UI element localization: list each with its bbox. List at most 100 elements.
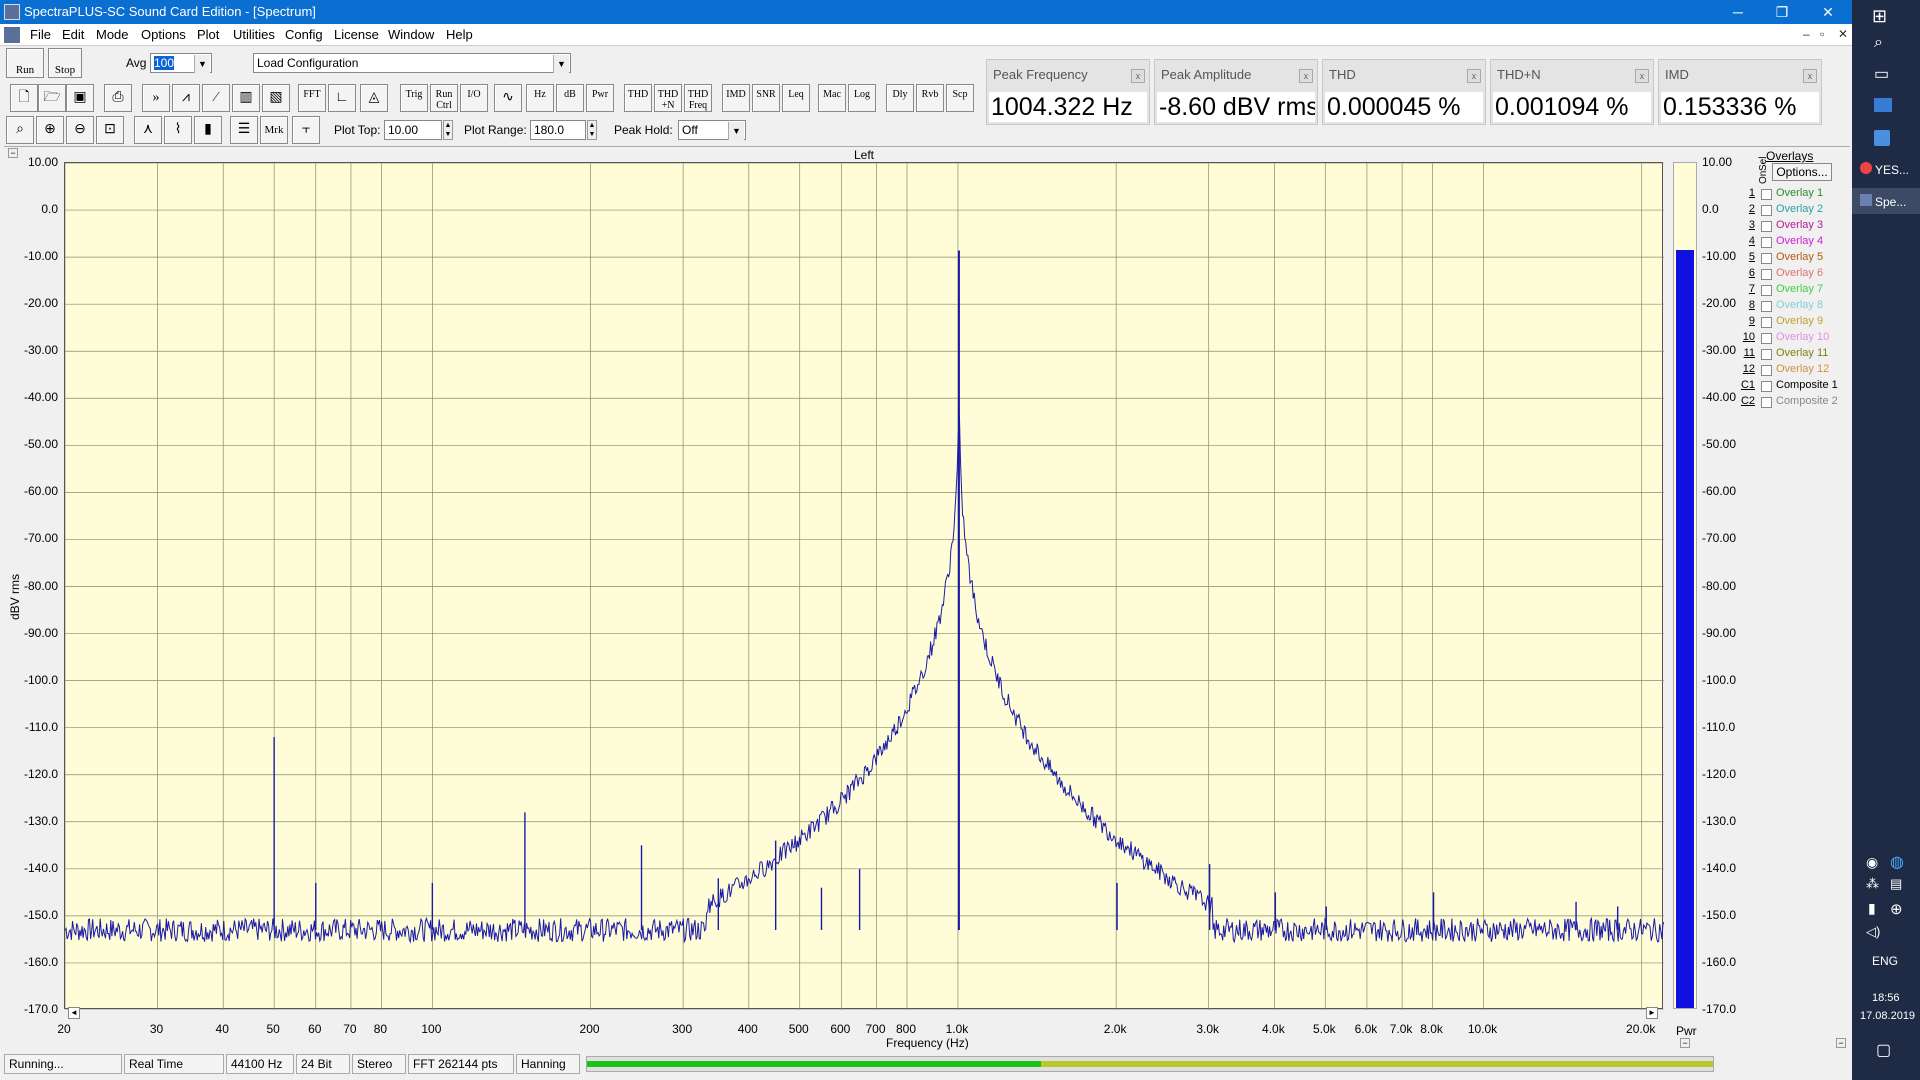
waveform-icon[interactable]: ∕ [202, 84, 230, 112]
fft-button[interactable]: FFT [298, 84, 326, 112]
avg-input[interactable]: 100 ▼ [150, 53, 212, 73]
zoom-out-x-icon[interactable]: ⊖ [66, 116, 94, 144]
plot-top-spinner[interactable]: ▲ ▼ [443, 120, 453, 140]
mdi-minimize-button[interactable]: – [1803, 27, 1810, 41]
language-indicator[interactable]: ENG [1872, 954, 1898, 968]
notifications-icon[interactable]: ▢ [1876, 1040, 1891, 1060]
tray-icon[interactable]: ◉ [1866, 854, 1878, 871]
minimize-button[interactable]: ─ [1718, 1, 1758, 23]
plot-range-spinner[interactable]: ▲ ▼ [587, 120, 597, 140]
overlay-checkbox[interactable] [1761, 189, 1772, 200]
overlay-checkbox[interactable] [1761, 349, 1772, 360]
taskbar-spectraplus[interactable]: Spe... [1852, 188, 1920, 214]
overlay-select-12[interactable]: 12 [1737, 363, 1755, 375]
scp-button[interactable]: Scp [946, 84, 974, 112]
overlay-checkbox[interactable] [1761, 397, 1772, 408]
menu-config[interactable]: Config [285, 27, 323, 42]
menu-utilities[interactable]: Utilities [233, 27, 275, 42]
tray-network-icon[interactable]: ⁂ [1866, 876, 1879, 892]
spectrogram-icon[interactable]: ▥ [232, 84, 260, 112]
signal-generator-icon[interactable]: ∿ [494, 84, 522, 112]
stop-button[interactable]: Stop [48, 48, 82, 78]
app-taskbar-icon[interactable] [1874, 98, 1892, 112]
overlay-select-9[interactable]: 9 [1737, 315, 1755, 327]
overlay-select-1[interactable]: 1 [1737, 187, 1755, 199]
overlay-checkbox[interactable] [1761, 221, 1772, 232]
save-icon[interactable]: ▣ [66, 84, 94, 112]
leq-button[interactable]: Leq [782, 84, 810, 112]
menu-edit[interactable]: Edit [62, 27, 84, 42]
marker-button[interactable]: Mrk [260, 116, 288, 144]
overlay-checkbox[interactable] [1761, 253, 1772, 264]
mdi-restore-button[interactable]: ▫ [1820, 27, 1824, 41]
taskbar-chrome[interactable]: YES... [1860, 162, 1909, 177]
rvb-button[interactable]: Rvb [916, 84, 944, 112]
mdi-close-button[interactable]: ✕ [1838, 27, 1848, 41]
close-meter-icon[interactable]: x [1467, 69, 1481, 83]
pwr-button[interactable]: Pwr [586, 84, 614, 112]
overlay-select-3[interactable]: 3 [1737, 219, 1755, 231]
sine-generator-icon[interactable]: ◬ [360, 84, 388, 112]
snr-button[interactable]: SNR [752, 84, 780, 112]
line-display-icon[interactable]: ⌇ [164, 116, 192, 144]
maximize-button[interactable]: ❐ [1762, 1, 1802, 23]
cursor-icon[interactable]: ⫟ [292, 116, 320, 144]
trig-button[interactable]: Trig [400, 84, 428, 112]
close-button[interactable]: ✕ [1808, 1, 1848, 23]
scroll-right-icon[interactable]: ► [1646, 1007, 1658, 1019]
tray-device-icon[interactable]: ▤ [1890, 876, 1902, 892]
collapse-icon[interactable]: − [1680, 1038, 1690, 1048]
zoom-in-x-icon[interactable]: ⊕ [36, 116, 64, 144]
mac-button[interactable]: Mac [818, 84, 846, 112]
microphone-icon[interactable]: ▮ [1868, 900, 1876, 917]
overlay-options-button[interactable]: Options... [1772, 163, 1832, 181]
menu-mode[interactable]: Mode [96, 27, 129, 42]
globe-icon[interactable]: ⊕ [1890, 900, 1903, 918]
close-meter-icon[interactable]: x [1635, 69, 1649, 83]
run-ctrl-button[interactable]: Run Ctrl [430, 84, 458, 112]
thd-button[interactable]: THD [624, 84, 652, 112]
log-button[interactable]: Log [848, 84, 876, 112]
config-dropdown-icon[interactable]: ▼ [553, 55, 569, 73]
db-button[interactable]: dB [556, 84, 584, 112]
overlay-select-5[interactable]: 5 [1737, 251, 1755, 263]
clock-date[interactable]: 17.08.2019 [1860, 1010, 1915, 1022]
imd-button[interactable]: IMD [722, 84, 750, 112]
io-button[interactable]: I/O [460, 84, 488, 112]
avg-dropdown-icon[interactable]: ▼ [194, 55, 210, 73]
overlay-select-4[interactable]: 4 [1737, 235, 1755, 247]
print-icon[interactable]: ⎙ [104, 84, 132, 112]
mdi-app-icon[interactable] [4, 27, 20, 43]
overlay-checkbox[interactable] [1761, 381, 1772, 392]
overlay-select-11[interactable]: 11 [1737, 347, 1755, 359]
plot-range-input[interactable]: 180.0 [530, 120, 586, 140]
peak-marker-icon[interactable]: ⋏ [134, 116, 162, 144]
overlay-select-8[interactable]: 8 [1737, 299, 1755, 311]
thd-n-button[interactable]: THD +N [654, 84, 682, 112]
volume-icon[interactable]: ◁) [1866, 924, 1880, 940]
close-meter-icon[interactable]: x [1803, 69, 1817, 83]
overlay-select-7[interactable]: 7 [1737, 283, 1755, 295]
overlay-select-C2[interactable]: C2 [1737, 395, 1755, 407]
overlay-checkbox[interactable] [1761, 237, 1772, 248]
list-icon[interactable]: ☰ [230, 116, 258, 144]
overlay-checkbox[interactable] [1761, 285, 1772, 296]
menu-license[interactable]: License [334, 27, 379, 42]
zoom-full-icon[interactable]: ⊡ [96, 116, 124, 144]
scroll-left-icon[interactable]: ◄ [68, 1007, 80, 1019]
collapse-icon[interactable]: − [1836, 1038, 1846, 1048]
peak-hold-dropdown-icon[interactable]: ▼ [728, 122, 744, 140]
zoom-icon[interactable]: ⌕ [6, 116, 34, 144]
overlay-checkbox[interactable] [1761, 317, 1772, 328]
peak-hold-select[interactable]: Off ▼ [678, 120, 746, 140]
spectrum-icon[interactable]: ⩘ [172, 84, 200, 112]
search-icon[interactable]: ⌕ [1874, 34, 1883, 52]
open-file-icon[interactable]: 🗁 [38, 84, 66, 112]
overlay-select-10[interactable]: 10 [1737, 331, 1755, 343]
windows-start-icon[interactable]: ⊞ [1872, 6, 1887, 27]
axis-icon[interactable]: ∟ [328, 84, 356, 112]
menu-plot[interactable]: Plot [197, 27, 219, 42]
config-select[interactable]: Load Configuration ▼ [253, 53, 571, 73]
overlay-select-6[interactable]: 6 [1737, 267, 1755, 279]
overlay-checkbox[interactable] [1761, 301, 1772, 312]
